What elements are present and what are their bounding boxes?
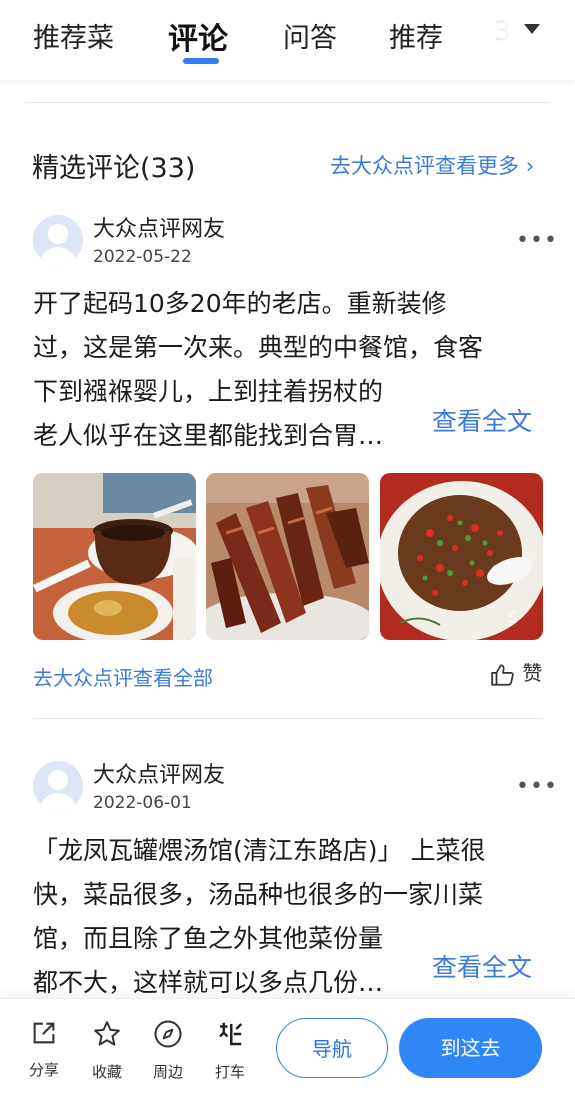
avatar[interactable] <box>33 215 83 265</box>
tab-recommend[interactable]: 推荐 <box>389 16 443 55</box>
taxi-button[interactable]: 打车 <box>205 1019 255 1082</box>
go-there-button[interactable]: 到这去 <box>399 1018 542 1078</box>
avatar-head <box>48 224 68 244</box>
taxi-icon <box>219 1022 243 1046</box>
nearby-label: 周边 <box>152 1063 183 1081</box>
photo-pot-soup <box>33 473 196 640</box>
bottom-action-bar: 分享 收藏 周边 打车 导航 到这去 <box>0 998 575 1102</box>
collect-label: 收藏 <box>91 1063 122 1081</box>
chevron-down-icon[interactable] <box>524 24 540 34</box>
avatar-body <box>39 247 77 265</box>
tab-fade-overlay <box>486 0 526 78</box>
thumbs-up-icon <box>491 663 514 686</box>
review-photo-3[interactable]: 5 <box>380 473 543 640</box>
star-icon <box>94 1021 120 1046</box>
more-options-icon[interactable]: ••• <box>516 228 558 253</box>
like-button[interactable]: 赞 <box>490 657 542 688</box>
photo-ribs <box>206 473 369 640</box>
photo-count-badge: 5 <box>508 610 517 627</box>
navigate-button[interactable]: 导航 <box>276 1018 388 1078</box>
review-date: 2022-06-01 <box>93 793 192 813</box>
view-all-link[interactable]: 去大众点评查看全部 <box>33 662 213 691</box>
review-photo-2[interactable] <box>206 473 369 640</box>
share-icon <box>33 1022 55 1044</box>
share-label: 分享 <box>28 1061 59 1079</box>
chevron-right-icon: › <box>525 154 535 178</box>
review-line: 过，这是第一次来。典型的中餐馆，食客 <box>33 333 484 362</box>
read-full-link[interactable]: 查看全文 <box>432 948 532 984</box>
review-line: 开了起码10多20年的老店。重新装修 <box>33 289 447 318</box>
review-username: 大众点评网友 <box>93 217 226 242</box>
review-date: 2022-05-22 <box>93 247 192 267</box>
tab-qa[interactable]: 问答 <box>283 16 337 55</box>
taxi-label: 打车 <box>214 1063 245 1081</box>
active-tab-indicator <box>183 58 219 64</box>
review-photo-1[interactable]: · <box>33 473 196 640</box>
more-options-icon[interactable]: ••• <box>516 774 558 799</box>
like-label: 赞 <box>522 661 543 685</box>
tab-reviews[interactable]: 评论 <box>168 14 228 58</box>
compass-icon <box>154 1020 182 1048</box>
avatar-head <box>48 770 68 790</box>
tab-recommended-dishes[interactable]: 推荐菜 <box>33 16 114 55</box>
divider <box>33 718 543 719</box>
view-more-link[interactable]: 去大众点评查看更多 › <box>330 150 534 180</box>
avatar-body <box>39 793 77 811</box>
section-title: 精选评论(33) <box>32 153 196 184</box>
divider <box>25 102 550 103</box>
avatar[interactable] <box>33 761 83 811</box>
read-full-link[interactable]: 查看全文 <box>432 402 532 438</box>
review-line: 快，菜品很多，汤品种也很多的一家川菜 <box>33 880 484 909</box>
photo-watermark: · <box>184 623 188 634</box>
view-more-label: 去大众点评查看更多 <box>330 154 519 178</box>
nearby-button[interactable]: 周边 <box>143 1019 193 1082</box>
collect-button[interactable]: 收藏 <box>82 1019 132 1082</box>
photo-stir-fry: 5 <box>380 473 543 640</box>
review-line: 「龙凤瓦罐煨汤馆(清江东路店)」 上菜很 <box>33 836 486 865</box>
share-button[interactable]: 分享 <box>19 1019 69 1080</box>
tab-bar: 推荐菜 评论 问答 推荐 3 <box>0 0 575 80</box>
review-username: 大众点评网友 <box>93 763 226 788</box>
